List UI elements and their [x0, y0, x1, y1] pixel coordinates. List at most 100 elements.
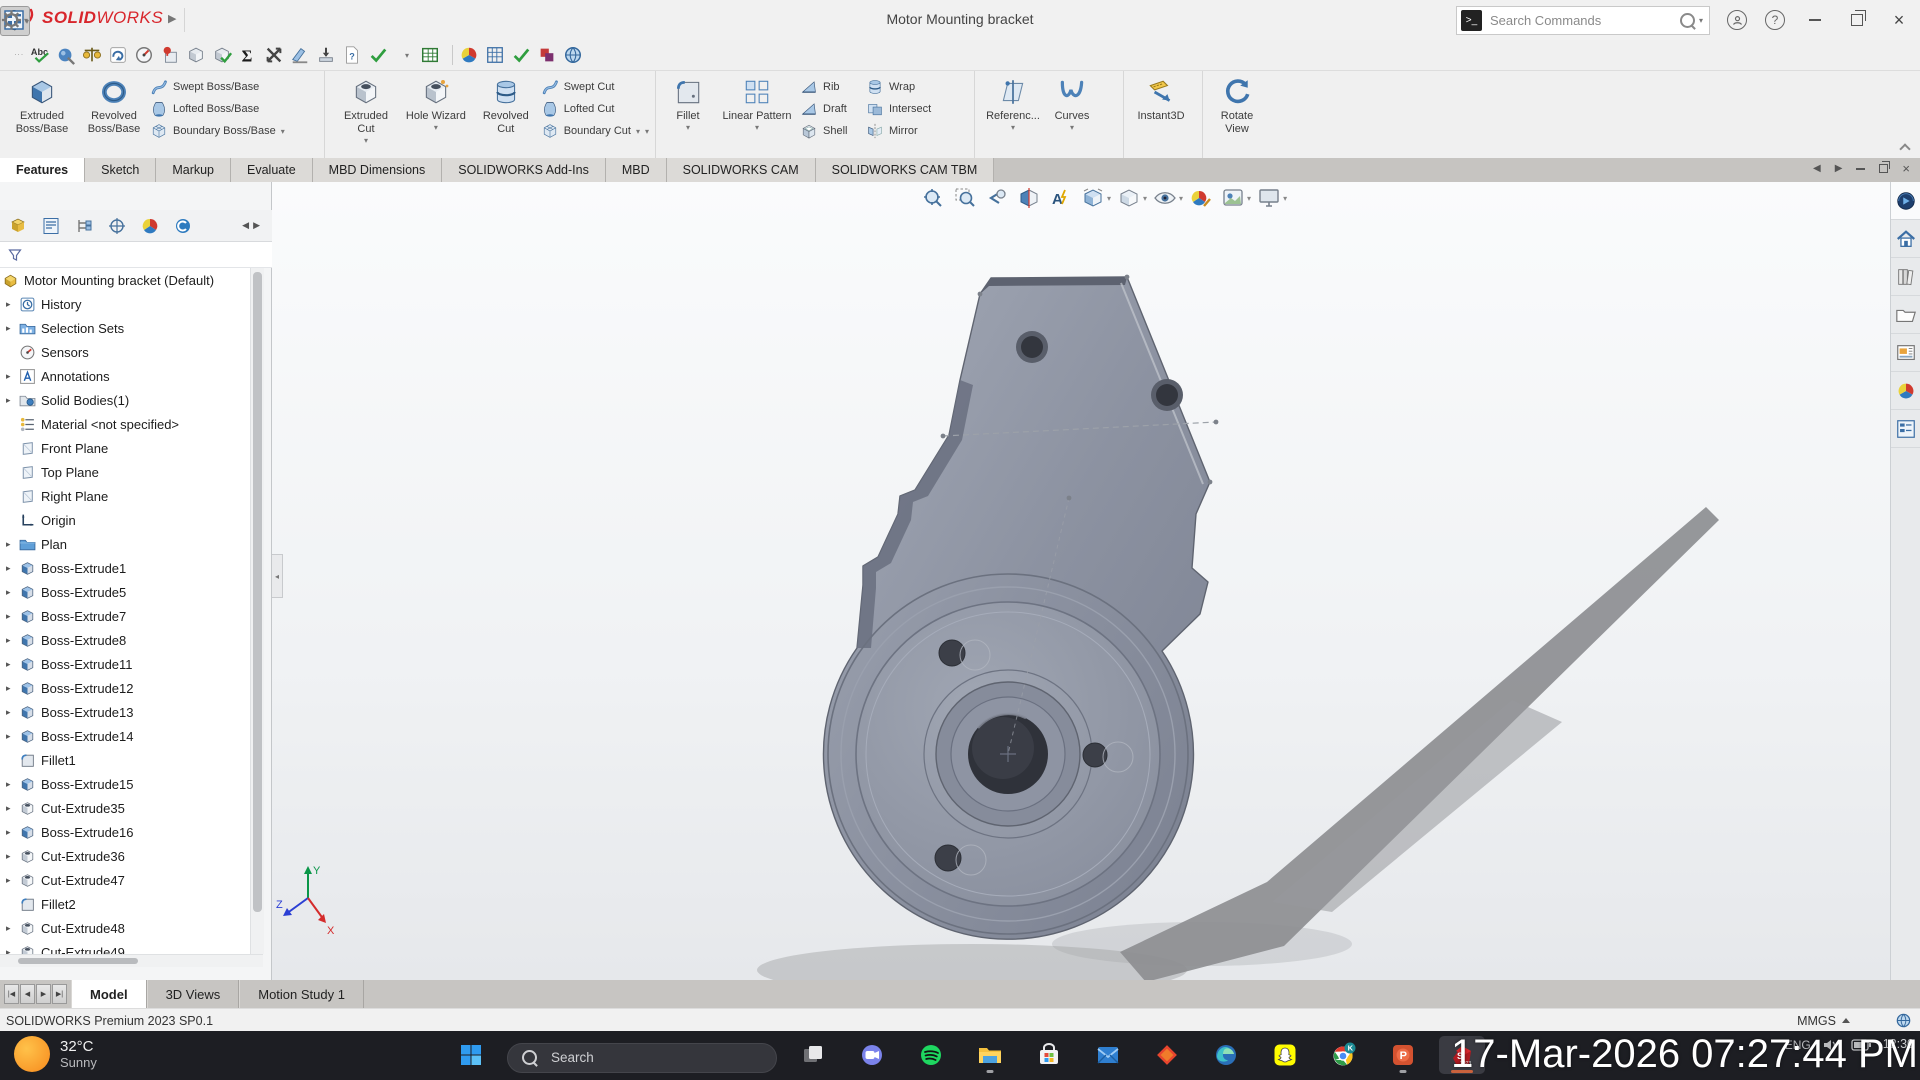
- appearance-ball-icon[interactable]: [459, 43, 485, 67]
- edit-appearance-icon[interactable]: [1188, 186, 1214, 210]
- tree-item[interactable]: Material <not specified>: [0, 412, 250, 436]
- task-view-icon[interactable]: [790, 1036, 836, 1074]
- document-minimize-icon[interactable]: [1856, 168, 1865, 170]
- design-checker-icon[interactable]: [56, 43, 82, 67]
- close-button[interactable]: ×: [1884, 8, 1914, 32]
- tree-item[interactable]: Fillet1: [0, 748, 250, 772]
- expand-caret[interactable]: ▸: [6, 539, 19, 550]
- bolt-hole[interactable]: [939, 640, 965, 666]
- command-tab[interactable]: MBD Dimensions: [313, 158, 443, 182]
- expand-caret[interactable]: ▸: [6, 731, 19, 742]
- wrap-button[interactable]: Wrap: [866, 77, 931, 97]
- flyout-caret[interactable]: ▾: [755, 123, 759, 132]
- display-style-icon[interactable]: [1116, 186, 1142, 210]
- swept-cut-button[interactable]: Swept Cut: [541, 77, 649, 97]
- section-view-icon[interactable]: [1016, 186, 1042, 210]
- flyout-caret[interactable]: ▾: [645, 127, 649, 136]
- tree-item[interactable]: ▸Cut-Extrude35: [0, 796, 250, 820]
- next-document-icon[interactable]: ▶: [1835, 163, 1843, 174]
- tree-root-item[interactable]: Motor Mounting bracket (Default): [0, 268, 250, 292]
- help-button[interactable]: ?: [1760, 8, 1790, 32]
- search-icon[interactable]: [1680, 13, 1695, 28]
- swept-boss-base-button[interactable]: Swept Boss/Base: [150, 77, 285, 97]
- extruded-cut-button[interactable]: ExtrudedCut ▾: [331, 75, 401, 145]
- caret[interactable]: ▾: [394, 43, 420, 67]
- flyout-caret[interactable]: ▾: [364, 136, 368, 145]
- chat-icon[interactable]: [849, 1036, 895, 1074]
- dimxpertmanager-tab-icon[interactable]: [105, 214, 129, 238]
- expand-caret[interactable]: ▸: [6, 299, 19, 310]
- expand-caret[interactable]: ▸: [6, 371, 19, 382]
- tree-item[interactable]: Origin: [0, 508, 250, 532]
- tree-filter-bar[interactable]: [0, 242, 272, 268]
- displaymanager-tab-icon[interactable]: [138, 214, 162, 238]
- tree-item[interactable]: ▸History: [0, 292, 250, 316]
- rib-button[interactable]: Rib: [800, 77, 866, 97]
- toolbar-grip[interactable]: ⋮: [14, 50, 24, 60]
- document-tab[interactable]: 3D Views: [147, 980, 240, 1008]
- command-search-box[interactable]: >_ Search Commands ▾: [1456, 6, 1710, 35]
- expand-caret[interactable]: ▸: [6, 659, 19, 670]
- solidworks-resources-icon[interactable]: [1891, 220, 1920, 258]
- separator[interactable]: [452, 45, 453, 65]
- zoom-to-area-icon[interactable]: [952, 186, 978, 210]
- mesh-icon[interactable]: [485, 43, 511, 67]
- expand-caret[interactable]: ▸: [6, 947, 19, 955]
- measure-icon[interactable]: [82, 43, 108, 67]
- command-tab[interactable]: SOLIDWORKS CAM TBM: [816, 158, 995, 182]
- draft-analysis-icon[interactable]: [290, 43, 316, 67]
- tree-item[interactable]: Front Plane: [0, 436, 250, 460]
- document-close-icon[interactable]: ×: [1902, 161, 1910, 176]
- design-library-icon[interactable]: [1891, 258, 1920, 296]
- mirror-button[interactable]: Mirror: [866, 121, 931, 141]
- expand-caret[interactable]: ▸: [6, 827, 19, 838]
- rebuild-icon[interactable]: [108, 43, 134, 67]
- command-tab[interactable]: Features: [0, 158, 85, 182]
- tree-item[interactable]: ▸Boss-Extrude13: [0, 700, 250, 724]
- expand-caret[interactable]: ▸: [6, 923, 19, 934]
- design-table-icon[interactable]: [420, 43, 446, 67]
- document-tab[interactable]: Motion Study 1: [239, 980, 364, 1008]
- graphics-viewport[interactable]: Y Z X ▾▾▾▾▾ ◂: [272, 182, 1890, 980]
- tree-item[interactable]: Sensors: [0, 340, 250, 364]
- scrollbar-thumb[interactable]: [253, 272, 262, 912]
- bolt-hole[interactable]: [935, 845, 961, 871]
- expand-caret[interactable]: ▸: [6, 707, 19, 718]
- first-tab-button[interactable]: |◀: [4, 984, 19, 1004]
- expand-caret[interactable]: ▸: [6, 875, 19, 886]
- hole-wizard-button[interactable]: Hole Wizard ▾: [401, 75, 471, 132]
- expand-caret[interactable]: ▸: [6, 611, 19, 622]
- expand-caret[interactable]: ▸: [6, 587, 19, 598]
- reference-geometry-button[interactable]: Referenc... ▾: [981, 75, 1045, 132]
- spell-check-icon[interactable]: [30, 43, 56, 67]
- expand-caret[interactable]: ▸: [6, 323, 19, 334]
- previous-view-icon[interactable]: [984, 186, 1010, 210]
- curves-button[interactable]: Curves ▾: [1045, 75, 1099, 132]
- edge-icon[interactable]: [1203, 1036, 1249, 1074]
- taskbar-search-box[interactable]: Search: [507, 1043, 777, 1073]
- tree-item[interactable]: ▸Cut-Extrude47: [0, 868, 250, 892]
- tree-item[interactable]: ▸Annotations: [0, 364, 250, 388]
- flyout-caret[interactable]: ▾: [281, 127, 285, 136]
- powerpoint-icon[interactable]: [1380, 1036, 1426, 1074]
- view-settings-icon[interactable]: [1256, 186, 1282, 210]
- rotate-view-button[interactable]: RotateView: [1209, 75, 1265, 136]
- diamond-app-icon[interactable]: [1144, 1036, 1190, 1074]
- tree-item[interactable]: ▸Boss-Extrude12: [0, 676, 250, 700]
- prev-document-icon[interactable]: ◀: [1813, 163, 1821, 174]
- next-tab-button[interactable]: ▶: [36, 984, 51, 1004]
- custom-properties-icon[interactable]: [1891, 410, 1920, 448]
- last-tab-button[interactable]: ▶|: [52, 984, 67, 1004]
- expand-caret[interactable]: ▸: [6, 395, 19, 406]
- scrollbar-thumb[interactable]: [18, 958, 138, 964]
- extruded-boss-base-button[interactable]: ExtrudedBoss/Base: [6, 75, 78, 136]
- command-tab[interactable]: Evaluate: [231, 158, 313, 182]
- linear-pattern-button[interactable]: Linear Pattern ▾: [714, 75, 800, 132]
- revolved-boss-base-button[interactable]: RevolvedBoss/Base: [78, 75, 150, 136]
- appearances-scenes-icon[interactable]: [1891, 372, 1920, 410]
- flyout-caret[interactable]: ▾: [636, 127, 640, 136]
- web-globe-icon[interactable]: [563, 43, 589, 67]
- status-globe-icon[interactable]: [1895, 1012, 1912, 1029]
- draft-button[interactable]: Draft: [800, 99, 866, 119]
- zoom-to-fit-icon[interactable]: [920, 186, 946, 210]
